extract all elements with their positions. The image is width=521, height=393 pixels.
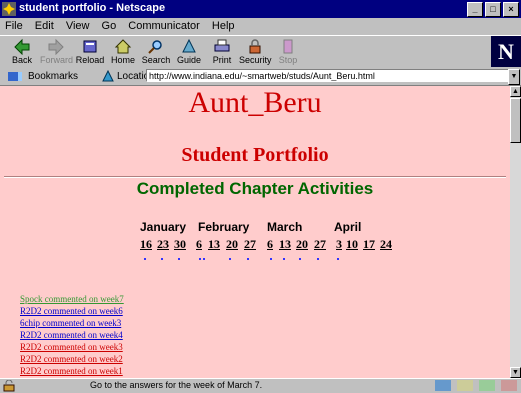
home-icon <box>114 39 132 54</box>
activity-dot[interactable] <box>199 258 201 260</box>
menu-communicator[interactable]: Communicator <box>128 20 200 32</box>
activity-dot[interactable] <box>247 258 249 260</box>
guide-button[interactable]: Guide <box>173 37 205 67</box>
page-title: Aunt_Beru <box>188 86 322 119</box>
week-link[interactable]: 6 <box>196 237 202 252</box>
scroll-thumb[interactable] <box>510 98 521 143</box>
navigation-toolbar: Back Forward Reload Home Search Guide Pr… <box>0 35 521 69</box>
week-link[interactable]: 27 <box>244 237 256 252</box>
section-heading: Completed Chapter Activities <box>136 179 374 198</box>
activity-dot[interactable] <box>161 258 163 260</box>
week-link[interactable]: 24 <box>380 237 392 252</box>
menu-bar: File Edit View Go Communicator Help <box>0 18 521 35</box>
url-dropdown-button[interactable]: ▼ <box>508 69 520 85</box>
comment-link[interactable]: R2D2 commented on week1 <box>20 365 124 377</box>
activity-dot[interactable] <box>337 258 339 260</box>
comment-link[interactable]: Spock commented on week7 <box>20 293 124 305</box>
menu-edit[interactable]: Edit <box>35 20 54 32</box>
month-label-april: April <box>334 220 362 234</box>
lock-icon <box>249 39 261 54</box>
reload-button[interactable]: Reload <box>74 37 106 67</box>
activity-dot[interactable] <box>178 258 180 260</box>
comment-link[interactable]: R2D2 commented on week6 <box>20 305 124 317</box>
week-link[interactable]: 27 <box>314 237 326 252</box>
window-title: student portfolio - Netscape <box>19 2 166 14</box>
menu-file[interactable]: File <box>5 20 23 32</box>
activity-dot[interactable] <box>144 258 146 260</box>
netscape-logo[interactable]: N <box>491 36 521 67</box>
week-link[interactable]: 10 <box>346 237 358 252</box>
activity-dot[interactable] <box>299 258 301 260</box>
week-link[interactable]: 23 <box>157 237 169 252</box>
back-arrow-icon <box>14 38 30 55</box>
week-link[interactable]: 13 <box>279 237 291 252</box>
page-content: Aunt_Beru Student Portfolio Completed Ch… <box>0 86 510 378</box>
week-link[interactable]: 17 <box>363 237 375 252</box>
guide-icon <box>182 38 196 53</box>
page-subtitle: Student Portfolio <box>181 144 329 166</box>
minimize-button[interactable]: _ <box>467 2 483 17</box>
component-bar <box>435 380 517 391</box>
vertical-scrollbar[interactable]: ▲ ▼ <box>510 86 521 378</box>
netscape-app-icon <box>2 2 16 16</box>
comments-list: Spock commented on week7 R2D2 commented … <box>20 293 124 377</box>
menu-view[interactable]: View <box>66 20 90 32</box>
scroll-up-button[interactable]: ▲ <box>510 86 521 97</box>
back-button[interactable]: Back <box>6 37 38 67</box>
maximize-button[interactable]: □ <box>485 2 501 17</box>
activity-dot[interactable] <box>270 258 272 260</box>
week-link[interactable]: 13 <box>208 237 220 252</box>
stop-icon <box>283 39 293 54</box>
forward-button[interactable]: Forward <box>40 37 73 67</box>
menu-help[interactable]: Help <box>212 20 235 32</box>
printer-icon <box>214 39 230 52</box>
bookmark-icon <box>8 72 22 81</box>
search-button[interactable]: Search <box>140 37 172 67</box>
search-icon <box>148 40 162 54</box>
composer-icon[interactable] <box>501 380 517 391</box>
month-label-february: February <box>198 220 250 234</box>
week-link[interactable]: 20 <box>226 237 238 252</box>
activity-dot[interactable] <box>317 258 319 260</box>
week-link[interactable]: 30 <box>174 237 186 252</box>
activity-dot[interactable] <box>203 258 205 260</box>
week-link[interactable]: 16 <box>140 237 152 252</box>
mail-icon[interactable] <box>457 380 473 391</box>
url-input[interactable]: http://www.indiana.edu/~smartweb/studs/A… <box>146 69 510 82</box>
status-message: Go to the answers for the week of March … <box>90 380 263 390</box>
menu-go[interactable]: Go <box>102 20 117 32</box>
horizontal-rule <box>4 176 506 178</box>
week-link[interactable]: 6 <box>267 237 273 252</box>
stop-button[interactable]: Stop <box>272 37 304 67</box>
title-bar: student portfolio - Netscape _ □ × <box>0 0 521 18</box>
reload-icon <box>83 40 97 53</box>
security-button[interactable]: Security <box>239 37 272 67</box>
week-link[interactable]: 20 <box>296 237 308 252</box>
bookmarks-button[interactable]: Bookmarks <box>28 71 78 82</box>
month-label-january: January <box>140 220 187 234</box>
week-link[interactable]: 3 <box>336 237 342 252</box>
close-button[interactable]: × <box>503 2 519 17</box>
discussion-icon[interactable] <box>479 380 495 391</box>
activity-dot[interactable] <box>229 258 231 260</box>
location-icon <box>102 70 114 82</box>
location-bar: Bookmarks Location: http://www.indiana.e… <box>0 68 521 86</box>
scroll-down-button[interactable]: ▼ <box>510 367 521 378</box>
security-status-icon <box>3 380 15 392</box>
activity-dot[interactable] <box>283 258 285 260</box>
navigator-icon[interactable] <box>435 380 451 391</box>
comment-link[interactable]: R2D2 commented on week4 <box>20 329 124 341</box>
comment-link[interactable]: 6chip commented on week3 <box>20 317 124 329</box>
forward-arrow-icon <box>48 38 64 55</box>
comment-link[interactable]: R2D2 commented on week3 <box>20 341 124 353</box>
month-label-march: March <box>267 220 303 234</box>
print-button[interactable]: Print <box>206 37 238 67</box>
home-button[interactable]: Home <box>107 37 139 67</box>
comment-link[interactable]: R2D2 commented on week2 <box>20 353 124 365</box>
status-bar: Go to the answers for the week of March … <box>0 378 521 393</box>
